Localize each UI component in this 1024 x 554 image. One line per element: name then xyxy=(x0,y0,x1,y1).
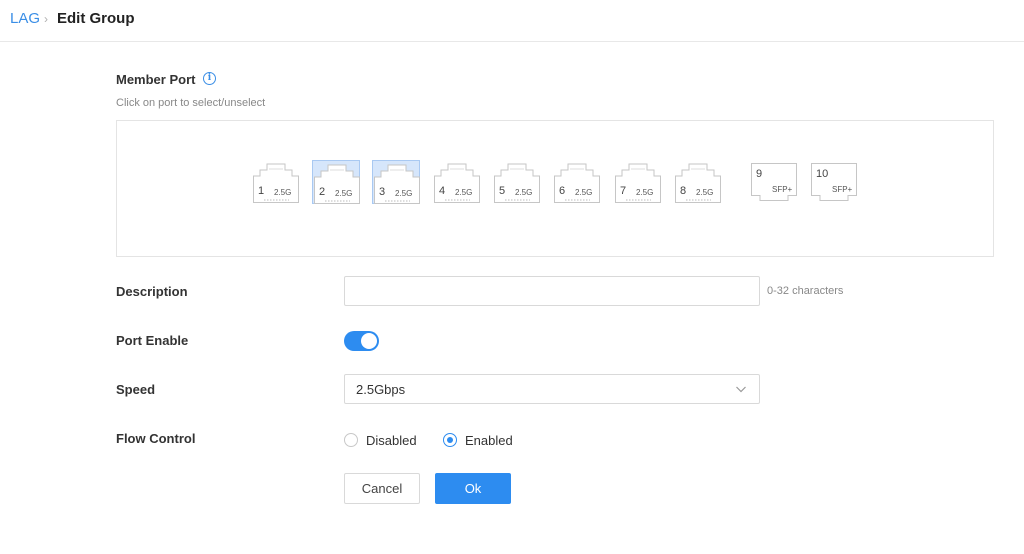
port-speed: 2.5G xyxy=(395,189,413,198)
port-speed: 2.5G xyxy=(515,188,533,197)
ethernet-port-icon xyxy=(554,163,600,203)
port-speed: SFP+ xyxy=(832,185,853,194)
port-speed: 2.5G xyxy=(696,188,714,197)
member-port-label: Member Port xyxy=(116,72,196,87)
page-title: Edit Group xyxy=(57,10,135,27)
ethernet-port-icon xyxy=(314,164,360,204)
speed-label: Speed xyxy=(116,382,156,397)
port-number: 3 xyxy=(379,186,386,198)
description-label: Description xyxy=(116,284,188,299)
cancel-button[interactable]: Cancel xyxy=(344,473,420,504)
radio-circle xyxy=(344,433,358,447)
port-speed: 2.5G xyxy=(335,189,353,198)
port-9[interactable]: 9 SFP+ xyxy=(750,162,798,202)
port-2[interactable]: 2 2.5G xyxy=(312,160,360,204)
page-header: LAG › Edit Group xyxy=(0,0,1024,42)
port-enable-toggle[interactable] xyxy=(344,331,379,351)
description-hint: 0-32 characters xyxy=(767,285,844,297)
flow-control-label: Flow Control xyxy=(116,431,196,446)
port-3[interactable]: 3 2.5G xyxy=(372,160,420,204)
port-number: 1 xyxy=(258,185,265,197)
port-number: 9 xyxy=(756,168,763,180)
port-number: 2 xyxy=(319,186,326,198)
ok-button[interactable]: Ok xyxy=(435,473,511,504)
port-number: 4 xyxy=(439,185,446,197)
port-number: 6 xyxy=(559,185,566,197)
port-number: 5 xyxy=(499,185,506,197)
speed-value: 2.5Gbps xyxy=(356,382,406,397)
port-speed: 2.5G xyxy=(274,188,292,197)
ethernet-port-icon xyxy=(434,163,480,203)
speed-select[interactable]: 2.5Gbps xyxy=(344,374,760,404)
chevron-down-icon xyxy=(736,386,746,393)
ethernet-port-icon xyxy=(615,163,661,203)
ethernet-port-icon xyxy=(374,164,420,204)
toggle-knob xyxy=(361,333,377,349)
port-speed: 2.5G xyxy=(455,188,473,197)
port-number: 10 xyxy=(816,168,829,180)
flow-control-enabled-radio[interactable]: Enabled xyxy=(443,432,523,450)
member-port-hint: Click on port to select/unselect xyxy=(116,97,266,109)
radio-label: Disabled xyxy=(366,433,417,448)
port-5[interactable]: 5 2.5G xyxy=(493,160,541,204)
port-8[interactable]: 8 2.5G xyxy=(674,160,722,204)
radio-label: Enabled xyxy=(465,433,513,448)
ethernet-port-icon xyxy=(675,163,721,203)
port-enable-label: Port Enable xyxy=(116,333,189,348)
port-speed: 2.5G xyxy=(636,188,654,197)
port-number: 8 xyxy=(680,185,687,197)
ethernet-port-icon xyxy=(494,163,540,203)
breadcrumb-lag-link[interactable]: LAG xyxy=(10,10,40,27)
port-6[interactable]: 6 2.5G xyxy=(553,160,601,204)
port-number: 7 xyxy=(620,185,627,197)
description-input[interactable] xyxy=(344,276,760,306)
port-speed: 2.5G xyxy=(575,188,593,197)
breadcrumb-separator: › xyxy=(44,12,48,26)
port-speed: SFP+ xyxy=(772,185,793,194)
info-icon[interactable]: i xyxy=(203,72,216,85)
port-1[interactable]: 1 2.5G xyxy=(252,160,300,204)
port-7[interactable]: 7 2.5G xyxy=(614,160,662,204)
radio-circle xyxy=(443,433,457,447)
ethernet-port-icon xyxy=(253,163,299,203)
port-4[interactable]: 4 2.5G xyxy=(433,160,481,204)
flow-control-disabled-radio[interactable]: Disabled xyxy=(344,432,424,450)
port-10[interactable]: 10 SFP+ xyxy=(810,162,858,202)
